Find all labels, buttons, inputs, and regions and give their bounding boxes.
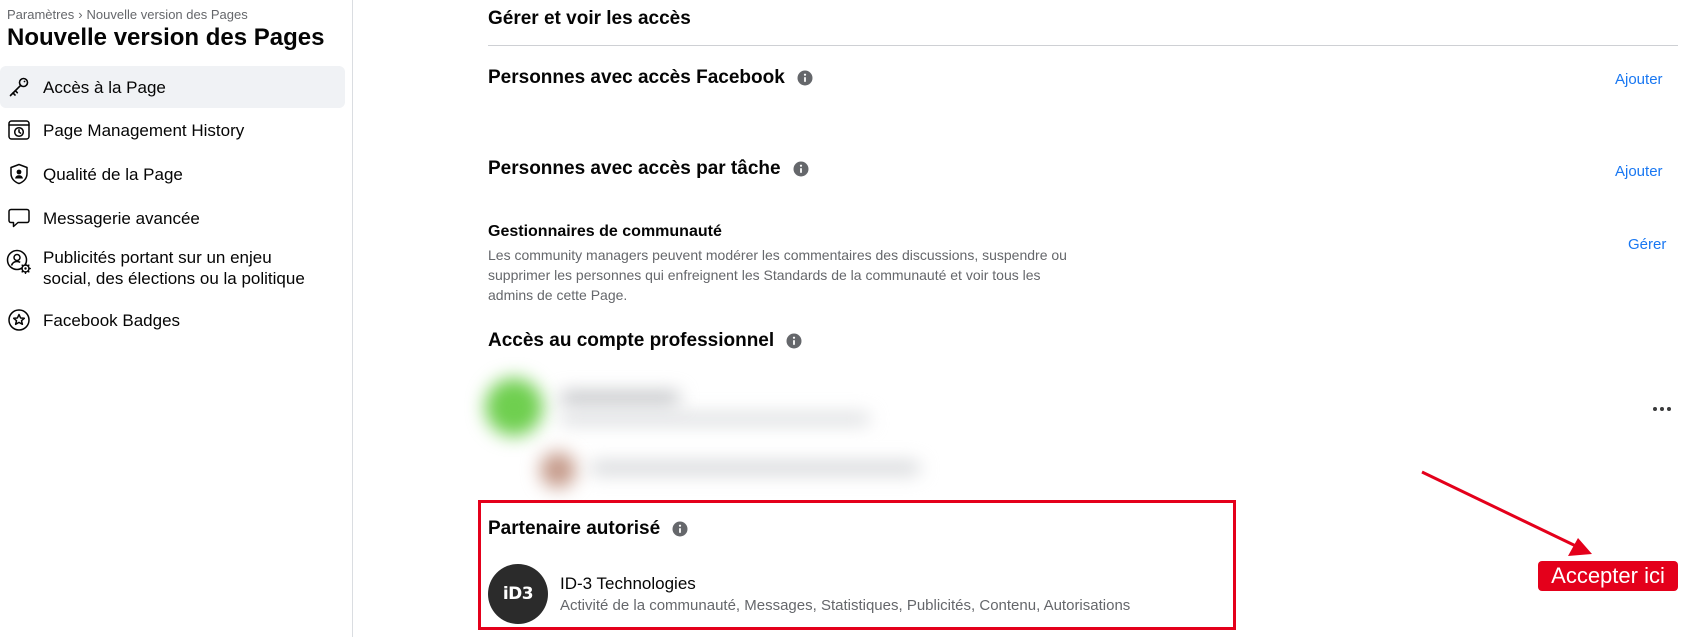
chat-bubble-icon bbox=[6, 205, 32, 231]
person-gear-icon bbox=[6, 249, 32, 275]
partner-permissions: Activité de la communauté, Messages, Sta… bbox=[560, 597, 1131, 614]
facebook-access-heading: Personnes avec accès Facebook bbox=[488, 67, 813, 89]
blurred-business-details bbox=[560, 414, 870, 424]
more-options-button[interactable] bbox=[1648, 398, 1676, 420]
community-managers-title: Gestionnaires de communauté bbox=[488, 223, 722, 240]
shield-user-icon bbox=[6, 161, 32, 187]
info-icon[interactable] bbox=[786, 333, 802, 349]
blurred-person-avatar bbox=[540, 452, 576, 488]
settings-sidebar: Paramètres › Nouvelle version des Pages No… bbox=[0, 0, 353, 637]
sidebar-item-label: Accès à la Page bbox=[43, 77, 166, 97]
star-badge-icon bbox=[6, 307, 32, 333]
add-facebook-access-link[interactable]: Ajouter bbox=[1615, 71, 1663, 88]
community-managers-description: Les community managers peuvent modérer l… bbox=[488, 247, 1067, 303]
sidebar-item-facebook-badges[interactable]: Facebook Badges bbox=[0, 300, 345, 340]
breadcrumb-root-link[interactable]: Paramètres bbox=[7, 7, 74, 22]
manage-community-managers-link[interactable]: Gérer bbox=[1628, 236, 1666, 253]
sidebar-item-page-quality[interactable]: Qualité de la Page bbox=[0, 154, 345, 194]
sidebar-item-page-access[interactable]: Accès à la Page bbox=[0, 66, 345, 108]
sidebar-item-label: Messagerie avancée bbox=[43, 208, 200, 228]
accept-here-annotation: Accepter ici bbox=[1538, 561, 1678, 591]
sidebar-item-label: Page Management History bbox=[43, 120, 245, 140]
info-icon[interactable] bbox=[672, 521, 688, 537]
sidebar-item-label: Facebook Badges bbox=[43, 310, 181, 330]
breadcrumb: Paramètres › Nouvelle version des Pages bbox=[7, 7, 248, 22]
partner-logo[interactable]: iD3 bbox=[488, 564, 548, 624]
authorized-partner-title: Partenaire autorisé bbox=[488, 518, 661, 539]
task-access-heading: Personnes avec accès par tâche bbox=[488, 158, 809, 180]
authorized-partner-heading: Partenaire autorisé bbox=[488, 518, 688, 540]
key-icon bbox=[6, 74, 32, 100]
breadcrumb-current: Nouvelle version des Pages bbox=[86, 7, 248, 22]
sidebar-item-management-history[interactable]: Page Management History bbox=[0, 110, 345, 150]
history-icon bbox=[6, 117, 32, 143]
task-access-title: Personnes avec accès par tâche bbox=[488, 158, 781, 179]
breadcrumb-separator: › bbox=[78, 7, 83, 22]
sidebar-item-political-ads[interactable]: Publicités portant sur un enjeu social, … bbox=[0, 242, 345, 296]
blurred-business-avatar bbox=[485, 378, 543, 436]
blurred-person-details bbox=[590, 462, 920, 474]
facebook-access-title: Personnes avec accès Facebook bbox=[488, 67, 785, 88]
info-icon[interactable] bbox=[797, 70, 813, 86]
annotation-arrow-icon bbox=[1421, 470, 1592, 556]
partner-name[interactable]: ID-3 Technologies bbox=[560, 574, 696, 594]
sidebar-item-label: Qualité de la Page bbox=[43, 164, 183, 184]
partner-logo-text: iD3 bbox=[502, 584, 534, 604]
sidebar-item-label: Publicités portant sur un enjeu social, … bbox=[43, 248, 305, 288]
info-icon[interactable] bbox=[793, 161, 809, 177]
add-task-access-link[interactable]: Ajouter bbox=[1615, 163, 1663, 180]
business-access-title: Accès au compte professionnel bbox=[488, 330, 775, 351]
business-access-heading: Accès au compte professionnel bbox=[488, 330, 802, 352]
section-divider bbox=[488, 45, 1678, 46]
page-title: Nouvelle version des Pages bbox=[7, 24, 325, 51]
sidebar-item-advanced-messaging[interactable]: Messagerie avancée bbox=[0, 198, 345, 238]
blurred-business-name bbox=[560, 392, 680, 404]
section-title: Gérer et voir les accès bbox=[488, 8, 691, 29]
